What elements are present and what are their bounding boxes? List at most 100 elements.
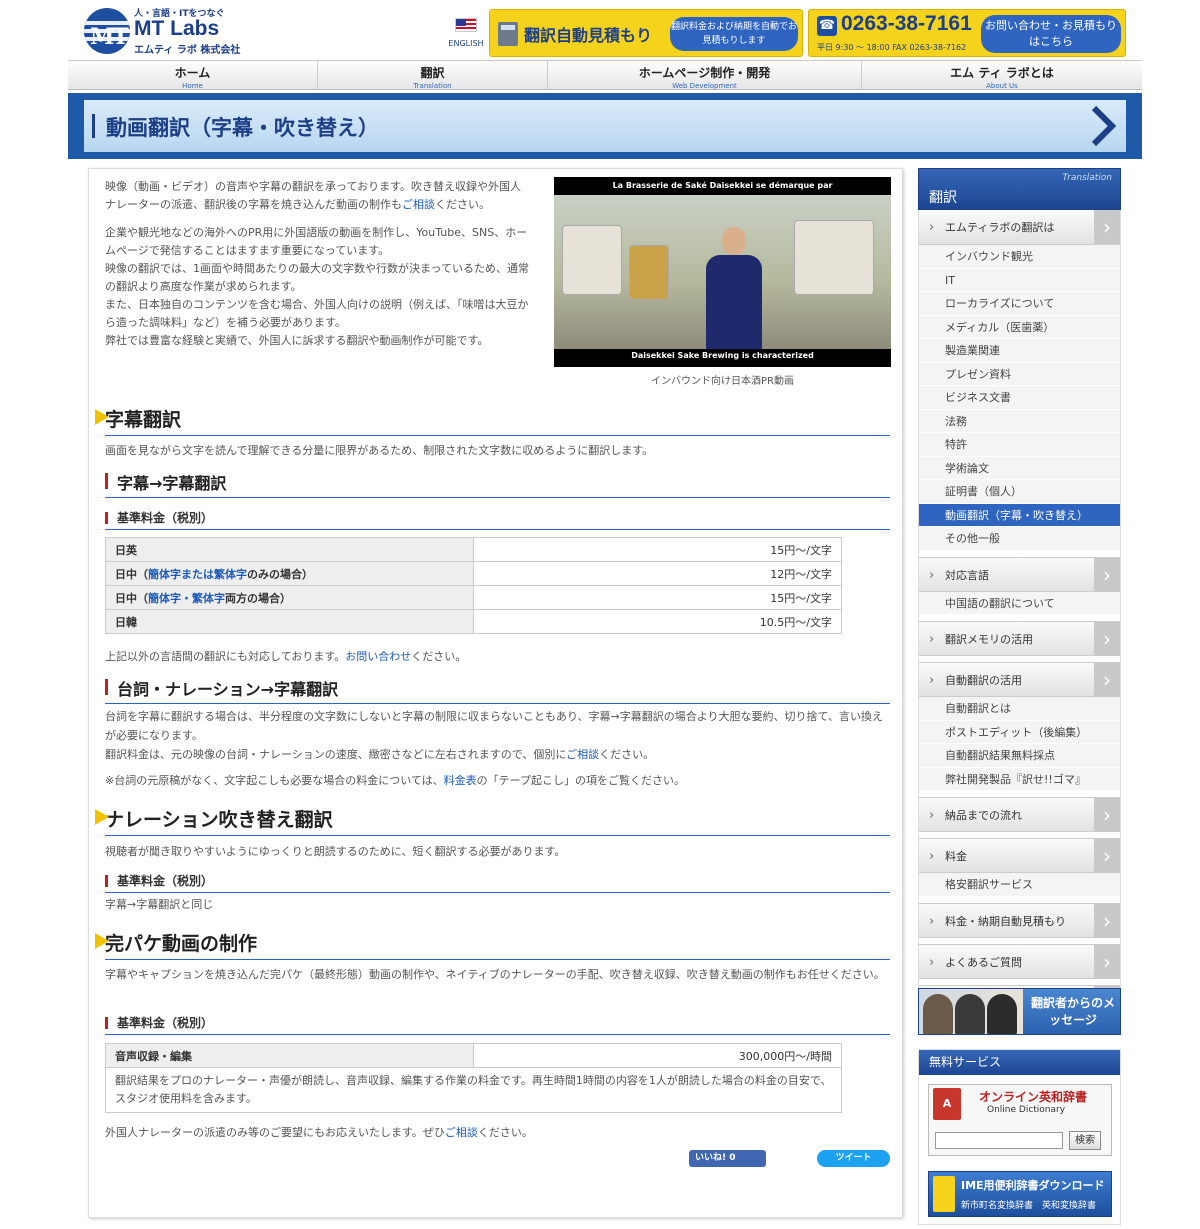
sidebar-subitem[interactable]: 特許	[919, 433, 1120, 457]
fee-label-text: のみの場合）	[247, 567, 313, 581]
sidebar-subitem[interactable]: ローカライズについて	[919, 292, 1120, 316]
logo-mark-icon: MT	[84, 8, 130, 54]
global-nav: ホーム Home 翻訳 Translation ホームページ制作・開発 Web …	[68, 60, 1142, 90]
package-fee-table: 音声収録・編集 300,000円～/時間 翻訳結果をプロのナレーター・声優が朗読…	[105, 1043, 842, 1113]
english-link[interactable]: ENGLISH	[446, 18, 486, 49]
online-dictionary-widget: A オンライン英和辞書 Online Dictionary 検索	[928, 1084, 1112, 1156]
nav-home[interactable]: ホーム Home	[68, 61, 318, 90]
video-bottom-caption: Daisekkei Sake Brewing is characterized	[554, 349, 891, 367]
sidebar-subitem[interactable]: 学術論文	[919, 456, 1120, 480]
fee-label: 日中（簡体字または繁体字のみの場合）	[105, 561, 474, 586]
sidebar-subitem[interactable]: 格安翻訳サービス	[919, 873, 1120, 897]
sidebar-subitem[interactable]: 法務	[919, 409, 1120, 433]
sidebar-item[interactable]: よくあるご質問	[919, 943, 1120, 980]
dialogue-desc: 台詞を字幕に翻訳する場合は、半分程度の文字数にしないと字幕の制限に収まらないこと…	[105, 707, 890, 764]
calculator-icon	[498, 22, 518, 46]
sidebar-subitem[interactable]: ポストエディット（後編集）	[919, 720, 1120, 744]
fee-label: 日英	[105, 537, 474, 562]
text-part: 外国人ナレーターの派遣のみ等のご要望にもお応えいたします。ぜひ	[105, 1126, 445, 1139]
auto-estimate-banner[interactable]: 翻訳自動見積もり 翻訳料金および納期を自動でお見積もりします	[489, 9, 803, 57]
nav-label: 翻訳	[420, 66, 445, 80]
inquiry-button[interactable]: お問い合わせ・お見積もりはこちら	[981, 15, 1121, 53]
logo-name: MT Labs	[134, 17, 220, 40]
sidebar-subitem[interactable]: 中国語の翻訳について	[919, 591, 1120, 615]
translator-message-label: 翻訳者からのメッセージ	[1030, 996, 1115, 1027]
site-header: MT 人・言語・ITをつなぐ MT Labs エムティ ラボ 株式会社 ENGL…	[68, 0, 1142, 58]
sidebar-item[interactable]: 料金	[919, 838, 1120, 874]
simplified-traditional-both-link[interactable]: 簡体字・繁体字	[148, 592, 225, 605]
nav-web-development[interactable]: ホームページ制作・開発 Web Development	[548, 61, 862, 90]
brewery-tank	[794, 220, 874, 295]
nav-label: ホームページ制作・開発	[638, 66, 771, 80]
closing-text: 外国人ナレーターの派遣のみ等のご要望にもお応えいたします。ぜひご相談ください。	[105, 1123, 890, 1142]
sidebar-subitem[interactable]: 弊社開発製品『訳せ!!ゴマ』	[919, 767, 1120, 791]
logo-company: エムティ ラボ 株式会社	[134, 45, 241, 56]
contact-banner[interactable]: ☎ 0263-38-7161 平日 9:30 ～ 18:00 FAX 0263-…	[808, 9, 1126, 57]
sidebar-subitem[interactable]: ビジネス文書	[919, 386, 1120, 410]
intro-text-part: ください。	[435, 198, 490, 211]
sidebar-item[interactable]: 自動翻訳の活用	[919, 662, 1120, 698]
sidebar-item[interactable]: エムティラボの翻訳は	[919, 210, 1120, 245]
sidebar-item[interactable]: 納品までの流れ	[919, 797, 1120, 833]
nav-label: エム ティ ラボとは	[950, 66, 1054, 80]
fee-label-text: 両方の場合）	[225, 591, 291, 605]
dictionary-search-input[interactable]	[935, 1132, 1063, 1149]
fee-heading: 基準料金（税別）	[105, 509, 890, 530]
video-caption: インバウンド向け日本酒PR動画	[651, 376, 794, 387]
fee-label-text: 日中（	[115, 567, 148, 581]
estimate-desc: 翻訳料金および納期を自動でお見積もりします	[670, 17, 798, 51]
table-row: 日中（簡体字または繁体字のみの場合） 12円～/文字	[105, 561, 842, 586]
dictionary-subtitle: Online Dictionary	[987, 1105, 1066, 1115]
nav-sublabel: Home	[182, 82, 203, 90]
simplified-traditional-link[interactable]: 簡体字または繁体字	[148, 568, 247, 581]
page-title-box: 動画翻訳（字幕・吹き替え）	[84, 100, 1126, 152]
consult-link[interactable]: ご相談	[566, 748, 599, 761]
sidebar-item[interactable]: 翻訳メモリの活用	[919, 621, 1120, 657]
narration-fee-text: 字幕→字幕翻訳と同じ	[105, 898, 214, 911]
price-list-link[interactable]: 料金表	[444, 774, 477, 787]
brewery-equipment	[562, 225, 622, 295]
fee-value: 300,000円～/時間	[473, 1043, 842, 1068]
site-logo[interactable]: MT 人・言語・ITをつなぐ MT Labs エムティ ラボ 株式会社	[84, 6, 240, 56]
fee-label: 日中（簡体字・繁体字両方の場合）	[105, 585, 474, 610]
sidebar-subitem[interactable]: 証明書（個人）	[919, 480, 1120, 504]
text-part: 台詞を字幕に翻訳する場合は、半分程度の文字数にしないと字幕の制限に収まらないこと…	[105, 710, 884, 742]
sidebar-menu: エムティラボの翻訳はインバウンド観光ITローカライズについてメディカル（医歯薬）…	[918, 210, 1121, 1021]
ime-dictionary-download-banner[interactable]: IME用便利辞書ダウンロード 新市町名変換辞書 英和変換辞書	[928, 1171, 1112, 1217]
sidebar-item[interactable]: 対応言語	[919, 556, 1120, 593]
dictionary-title: オンライン英和辞書	[979, 1090, 1088, 1104]
sidebar-item[interactable]: 料金・納期自動見積もり	[919, 902, 1120, 939]
consult-link[interactable]: ご相談	[402, 198, 435, 211]
intro-text-part: 企業や観光地などの海外へのPR用に外国語版の動画を制作し、YouTube、SNS…	[105, 226, 528, 257]
section-heading-package: 完パケ動画の制作	[95, 929, 890, 960]
package-desc: 字幕やキャプションを焼き込んだ完パケ（最終形態）動画の制作や、ネイティブのナレー…	[105, 968, 885, 981]
text-part: の「テープ起こし」の項をご覧ください。	[476, 774, 686, 787]
translator-message-banner[interactable]: 翻訳者からのメッセージ	[918, 988, 1121, 1035]
sidebar-header-en: Translation	[1062, 173, 1112, 183]
sidebar-subitem[interactable]: 自動翻訳結果無料採点	[919, 744, 1120, 768]
contact-link[interactable]: お問い合わせ	[345, 650, 411, 663]
sidebar-subitem[interactable]: IT	[919, 268, 1120, 292]
page-title-band: 動画翻訳（字幕・吹き替え）	[68, 93, 1142, 159]
sidebar-subitem[interactable]: その他一般	[919, 527, 1120, 551]
table-row: 音声収録・編集 300,000円～/時間	[105, 1043, 842, 1068]
transcription-note: ※台詞の元原稿がなく、文字起こしも必要な場合の料金については、料金表の「テープ起…	[105, 771, 890, 790]
table-row: 日英 15円～/文字	[105, 537, 842, 562]
table-row: 日中（簡体字・繁体字両方の場合） 15円～/文字	[105, 585, 842, 610]
translator-photo	[987, 994, 1017, 1034]
sidebar-subitem[interactable]: 自動翻訳とは	[919, 697, 1120, 721]
sidebar-subitem[interactable]: メディカル（医歯薬）	[919, 315, 1120, 339]
dictionary-search-button[interactable]: 検索	[1069, 1131, 1101, 1150]
sidebar-subitem[interactable]: インバウンド観光	[919, 245, 1120, 269]
nav-about-us[interactable]: エム ティ ラボとは About Us	[862, 61, 1142, 90]
section-heading-text: ナレーション吹き替え翻訳	[105, 809, 333, 831]
intro-paragraph: 映像（動画・ビデオ）の音声や字幕の翻訳を承っております。吹き替え収録や外国人ナレ…	[105, 178, 529, 214]
nav-translation[interactable]: 翻訳 Translation	[318, 61, 548, 90]
facebook-like-button[interactable]: いいね! 0	[689, 1150, 766, 1167]
consult-link[interactable]: ご相談	[445, 1126, 478, 1139]
sidebar-subitem[interactable]: 動画翻訳（字幕・吹き替え）	[919, 503, 1120, 527]
sidebar-subitem[interactable]: 製造業関連	[919, 339, 1120, 363]
pr-video[interactable]: La Brasserie de Saké Daisekkei se démarq…	[554, 177, 891, 367]
tweet-button[interactable]: ツイート	[817, 1150, 890, 1167]
sidebar-subitem[interactable]: プレゼン資料	[919, 362, 1120, 386]
